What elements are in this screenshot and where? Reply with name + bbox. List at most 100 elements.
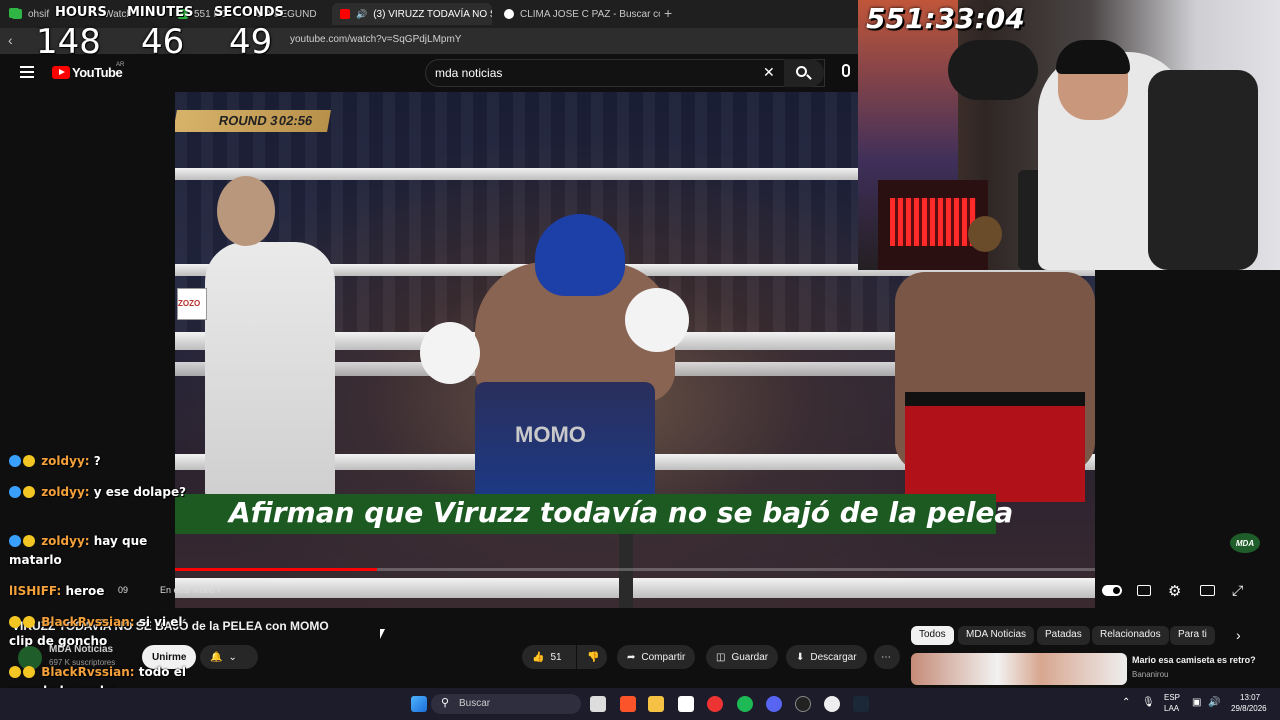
subtitles-icon[interactable]	[1137, 585, 1151, 596]
spotify-icon[interactable]	[737, 696, 753, 712]
youtube-favicon-icon	[340, 9, 350, 19]
like-count: 51	[550, 651, 562, 663]
recommended-channel[interactable]: Bananirou	[1132, 670, 1168, 679]
chip-para-ti[interactable]: Para ti	[1170, 626, 1215, 645]
skull-app-icon[interactable]	[824, 696, 840, 712]
chat-username: zoldyy:	[41, 485, 90, 499]
audio-icon: 🔊	[356, 8, 368, 19]
trunks-text: MOMO	[515, 422, 586, 447]
menu-icon[interactable]	[20, 66, 34, 78]
app-icon[interactable]	[795, 696, 811, 712]
back-icon[interactable]: ‹	[8, 32, 13, 48]
taskbar-search[interactable]: ⚲ Buscar	[431, 694, 581, 714]
language-sub: LAA	[1164, 704, 1180, 713]
chat-username: BlackRvssian:	[41, 615, 135, 629]
clear-search-icon[interactable]: ✕	[763, 64, 775, 81]
news-caption-text: Afirman que Viruzz todavía no se bajó de…	[229, 496, 1014, 529]
tray-expand-icon[interactable]: ⌃	[1122, 697, 1130, 708]
bell-icon: 🔔	[210, 651, 223, 663]
chip-patadas[interactable]: Patadas	[1037, 626, 1090, 645]
settings-gear-icon[interactable]: ⚙	[1168, 582, 1181, 600]
channel-name[interactable]: MDA Noticias	[49, 644, 113, 655]
boxing-glove	[420, 322, 480, 384]
autoplay-toggle[interactable]	[1102, 585, 1122, 596]
file-explorer-icon[interactable]	[648, 696, 664, 712]
windows-start-icon[interactable]	[411, 696, 427, 712]
mouse-cursor-icon	[380, 629, 385, 639]
network-icon[interactable]: ▣	[1192, 697, 1201, 708]
like-button[interactable]: 👍 51	[522, 645, 576, 669]
badge-icon	[9, 535, 21, 547]
download-icon: ⬇	[796, 651, 805, 663]
browser-tab-active[interactable]: 🔊 (3) VIRUZZ TODAVÍA NO SE B ✕	[332, 3, 492, 25]
more-icon: ⋯	[881, 651, 891, 663]
volume-icon[interactable]: 🔊	[1208, 697, 1220, 708]
download-button[interactable]: ⬇ Descargar	[786, 645, 867, 669]
badge-icon	[23, 666, 35, 678]
badge-icon	[9, 616, 21, 628]
gaming-chair	[1148, 70, 1258, 270]
browser-tab[interactable]: CLIMA JOSE C PAZ - Buscar con Goo	[496, 3, 660, 25]
minutes-label: MINUTES	[127, 5, 194, 20]
app-icon[interactable]	[707, 696, 723, 712]
badge-icon	[9, 455, 21, 467]
progress-fill	[175, 568, 378, 571]
chip-relacionados[interactable]: Relacionados	[1092, 626, 1169, 645]
miniplayer-icon[interactable]	[1200, 585, 1215, 596]
round-label: ROUND 3	[217, 113, 279, 128]
youtube-logo-text[interactable]: YouTube	[72, 65, 123, 80]
badge-icon	[9, 666, 21, 678]
fullscreen-icon[interactable]: ⤢	[1232, 582, 1243, 599]
hours-label: HOURS	[55, 5, 107, 20]
microphone-tray-icon[interactable]: 🎙	[1142, 697, 1155, 708]
save-button[interactable]: ◫ Guardar	[706, 645, 779, 669]
dislike-button[interactable]: 👎	[577, 645, 607, 669]
thumbs-up-icon: 👍	[532, 651, 545, 663]
clock-date: 29/8/2026	[1231, 704, 1267, 713]
ring-rope	[175, 578, 1095, 598]
corner-pad: ZOZO	[177, 288, 207, 320]
chat-message: zoldyy: y ese dolape?	[9, 483, 189, 502]
opponent-trunks	[905, 392, 1085, 502]
mda-watermark-icon: MDA	[1230, 533, 1260, 553]
task-view-icon[interactable]	[590, 696, 606, 712]
round-banner: ROUND 3 02:56	[175, 110, 331, 132]
youtube-logo-icon[interactable]	[52, 66, 70, 79]
badge-icon	[23, 535, 35, 547]
share-button[interactable]: ➦ Compartir	[617, 645, 696, 669]
search-button[interactable]	[784, 59, 824, 87]
badge-icon	[23, 616, 35, 628]
bookmark-icon: ◫	[716, 651, 726, 663]
chat-username: BlackRvssian:	[41, 665, 135, 679]
kick-icon	[9, 8, 19, 18]
chat-text: heroe	[65, 584, 105, 598]
discord-icon[interactable]	[766, 696, 782, 712]
chip-todos[interactable]: Todos	[911, 626, 954, 645]
windows-taskbar: ⚲ Buscar ESP LAA 13:07 29/8/2026	[0, 688, 1280, 720]
news-caption-bar: Afirman que Viruzz todavía no se bajó de…	[175, 494, 1013, 534]
thumbs-down-icon: 👎	[587, 651, 600, 663]
microphone-icon[interactable]	[842, 64, 850, 77]
chat-text: ?	[93, 454, 101, 468]
blue-headgear	[535, 214, 625, 296]
progress-track[interactable]	[175, 568, 1095, 571]
chat-message: zoldyy: hay que matarlo	[9, 532, 189, 570]
mate-cup	[968, 216, 1002, 252]
capcut-icon[interactable]	[678, 696, 694, 712]
notifications-button[interactable]: 🔔 ⌄	[200, 645, 258, 669]
badge-icon	[23, 486, 35, 498]
url-field[interactable]: youtube.com/watch?v=SqGPdjLMpmY	[290, 34, 461, 45]
referee-figure	[205, 242, 335, 502]
language-indicator[interactable]: ESP	[1164, 693, 1180, 702]
chip-mda-noticias[interactable]: MDA Noticias	[958, 626, 1035, 645]
more-actions-button[interactable]: ⋯	[874, 645, 900, 669]
new-tab-icon[interactable]: +	[664, 5, 672, 21]
clock-time[interactable]: 13:07	[1240, 693, 1260, 702]
recommended-title[interactable]: Mario esa camiseta es retro?	[1132, 655, 1256, 665]
recommended-thumbnail[interactable]	[911, 653, 1127, 685]
steam-icon[interactable]	[853, 696, 869, 712]
brave-browser-icon[interactable]	[620, 696, 636, 712]
watermark-text: MDA	[1235, 538, 1255, 548]
chat-username: zoldyy:	[41, 534, 90, 548]
chevron-right-icon[interactable]: ›	[1236, 627, 1241, 643]
